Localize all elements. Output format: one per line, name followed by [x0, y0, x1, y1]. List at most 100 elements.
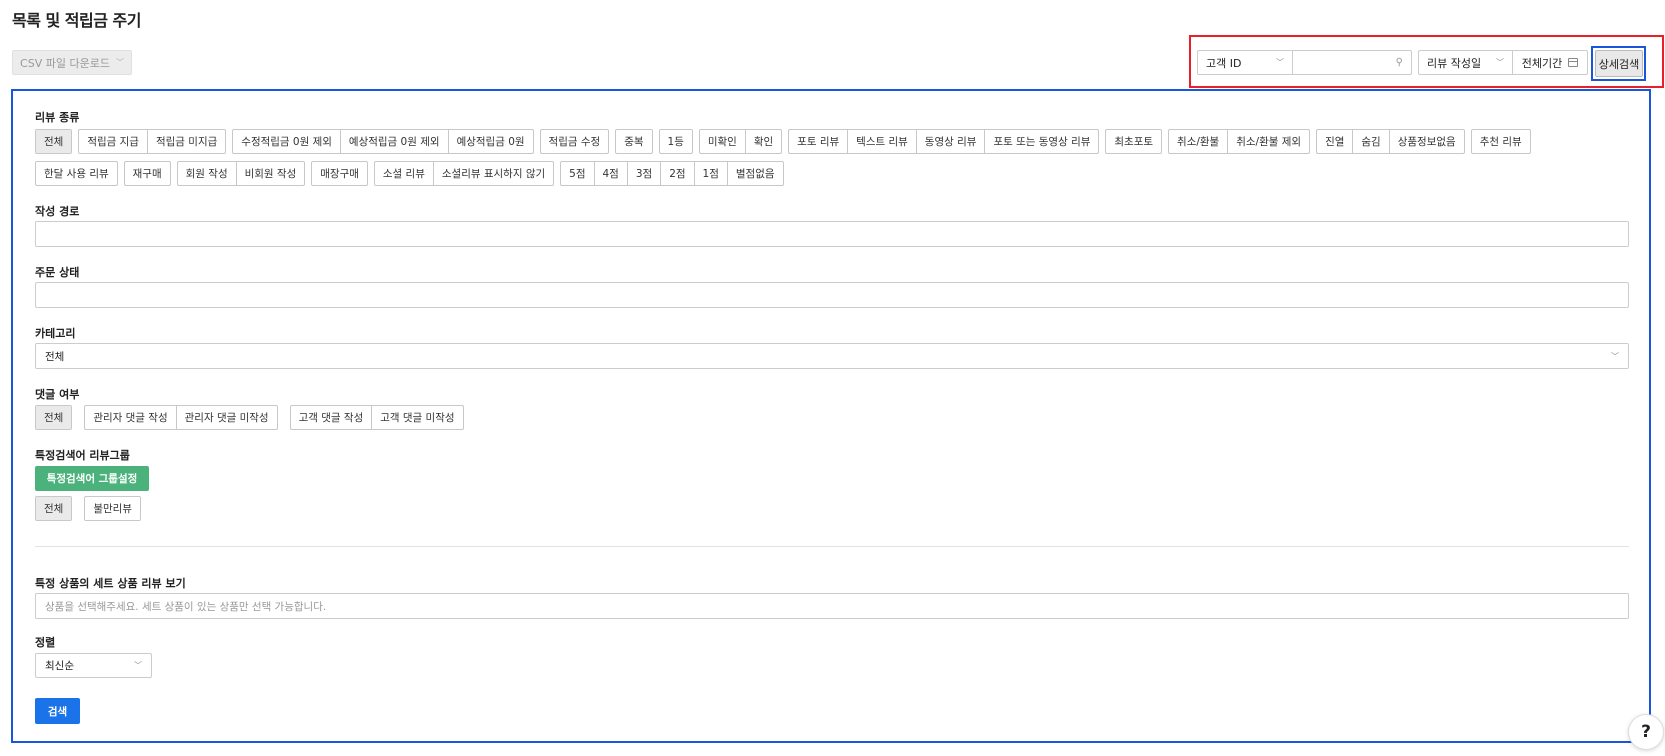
filter-chip-group: 회원 작성 비회원 작성 [176, 161, 306, 186]
chevron-down-icon: ﹀ [1276, 58, 1284, 67]
reply-label: 댓글 여부 [35, 388, 80, 401]
filter-chip[interactable]: 적립금 미지급 [148, 130, 225, 153]
filter-chip[interactable]: 소셜 리뷰 [375, 162, 434, 185]
filter-chip[interactable]: 미확인 [700, 130, 746, 153]
filter-chip[interactable]: 전체 [36, 130, 72, 153]
filter-chip[interactable]: 한달 사용 리뷰 [36, 162, 117, 185]
filter-chip[interactable]: 동영상 리뷰 [917, 130, 986, 153]
csv-download-label: CSV 파일 다운로드 [20, 56, 110, 70]
filter-chip[interactable]: 예상적립금 0원 [449, 130, 533, 153]
filter-chip[interactable]: 관리자 댓글 작성 [85, 406, 177, 429]
date-filter-group: 리뷰 작성일 ﹀ 전체기간 [1418, 50, 1588, 75]
date-period-value: 전체기간 [1521, 56, 1563, 70]
filter-chip-group: 추천 리뷰 [1470, 129, 1531, 154]
filter-chip-group: 적립금 지급 적립금 미지급 [78, 129, 227, 154]
filter-chip[interactable]: 3점 [628, 162, 662, 185]
category-value: 전체 [45, 350, 65, 363]
filter-chip[interactable]: 별점없음 [728, 162, 783, 185]
filter-chip-group: 1등 [658, 129, 693, 154]
search-type-select[interactable]: 고객 ID ﹀ [1198, 51, 1293, 74]
filter-chip[interactable]: 텍스트 리뷰 [848, 130, 917, 153]
filter-chip[interactable]: 회원 작성 [178, 162, 237, 185]
sort-value: 최신순 [45, 660, 74, 672]
section-divider [35, 546, 1629, 547]
filter-chip[interactable]: 1점 [695, 162, 728, 185]
filter-chip-group: 재구매 [123, 161, 171, 186]
filter-chip[interactable]: 4점 [595, 162, 628, 185]
page-title: 목록 및 적립금 주기 [12, 11, 141, 30]
category-select[interactable]: 전체 ﹀ [35, 343, 1629, 369]
set-product-label: 특정 상품의 세트 상품 리뷰 보기 [35, 577, 186, 590]
filter-chip[interactable]: 2점 [661, 162, 695, 185]
filter-chip-group: 매장구매 [311, 161, 368, 186]
filter-chip[interactable]: 추천 리뷰 [1472, 130, 1530, 153]
filter-chip[interactable]: 전체 [36, 406, 72, 429]
filter-chip[interactable]: 예상적립금 0원 제외 [341, 130, 449, 153]
filter-chip-group: 취소/환불 취소/환불 제외 [1168, 129, 1311, 154]
search-type-value: 고객 ID [1206, 56, 1242, 70]
date-period-picker[interactable]: 전체기간 [1513, 51, 1587, 74]
filter-chip[interactable]: 불만리뷰 [85, 497, 140, 520]
review-type-label: 리뷰 종류 [35, 111, 80, 124]
filter-chip[interactable]: 중복 [616, 130, 651, 153]
filter-chip[interactable]: 취소/환불 제외 [1228, 130, 1309, 153]
filter-chip-group: 불만리뷰 [84, 496, 141, 521]
filter-chip[interactable]: 최초포토 [1106, 130, 1161, 153]
filter-chip[interactable]: 매장구매 [312, 162, 367, 185]
calendar-icon [1568, 58, 1579, 67]
filter-chip[interactable]: 고객 댓글 미작성 [372, 406, 462, 429]
csv-download-button[interactable]: CSV 파일 다운로드 ﹀ [12, 50, 132, 75]
date-type-select[interactable]: 리뷰 작성일 ﹀ [1419, 51, 1513, 74]
search-button[interactable]: 검색 [35, 698, 80, 724]
filter-chip[interactable]: 관리자 댓글 미작성 [177, 406, 277, 429]
keyword-group-setting-button[interactable]: 특정검색어 그룹설정 [35, 466, 149, 491]
sort-select[interactable]: 최신순 ﹀ [35, 653, 152, 678]
filter-chip[interactable]: 적립금 지급 [79, 130, 148, 153]
filter-chip[interactable]: 비회원 작성 [237, 162, 305, 185]
category-label: 카테고리 [35, 327, 76, 340]
filter-chip[interactable]: 적립금 수정 [541, 130, 609, 153]
order-status-label: 주문 상태 [35, 266, 80, 279]
detail-search-button[interactable]: 상세검색 [1595, 50, 1643, 77]
filter-chip-group: 소셜 리뷰 소셜리뷰 표시하지 않기 [373, 161, 555, 186]
filter-chip-group: 적립금 수정 [539, 129, 610, 154]
date-type-value: 리뷰 작성일 [1427, 56, 1482, 70]
filter-chip[interactable]: 상품정보없음 [1390, 130, 1464, 153]
filter-chip-group: 포토 리뷰 텍스트 리뷰 동영상 리뷰 포토 또는 동영상 리뷰 [788, 129, 1100, 154]
write-path-input[interactable] [35, 221, 1629, 247]
filter-chip[interactable]: 전체 [36, 497, 72, 520]
chevron-down-icon: ﹀ [115, 58, 124, 67]
filter-chip[interactable]: 5점 [561, 162, 595, 185]
customer-search-group: 고객 ID ﹀ ⚲ [1197, 50, 1412, 75]
filter-chip[interactable]: 소셜리뷰 표시하지 않기 [434, 162, 553, 185]
filter-chip[interactable]: 포토 또는 동영상 리뷰 [985, 130, 1098, 153]
sort-label: 정렬 [35, 636, 56, 649]
filter-chip-group: 미확인 확인 [698, 129, 783, 154]
keyword-group-label: 특정검색어 리뷰그룹 [35, 449, 130, 462]
filter-chip-group: 전체 [35, 496, 73, 521]
filter-chip-group: 관리자 댓글 작성 관리자 댓글 미작성 [84, 405, 278, 430]
filter-chip[interactable]: 1등 [660, 130, 692, 153]
help-button[interactable]: ? [1628, 714, 1664, 750]
chevron-down-icon: ﹀ [1496, 58, 1504, 67]
chevron-down-icon: ﹀ [1611, 351, 1619, 361]
filter-chip[interactable]: 포토 리뷰 [789, 130, 849, 153]
filter-chip-group: 전체 [35, 129, 73, 154]
filter-chip[interactable]: 확인 [746, 130, 781, 153]
set-product-input[interactable]: 상품을 선택해주세요. 세트 상품이 있는 상품만 선택 가능합니다. [35, 593, 1629, 619]
order-status-input[interactable] [35, 282, 1629, 308]
filter-chip[interactable]: 숨김 [1353, 130, 1390, 153]
filter-chip[interactable]: 취소/환불 [1169, 130, 1229, 153]
filter-chip-group: 한달 사용 리뷰 [35, 161, 118, 186]
filter-chip[interactable]: 고객 댓글 작성 [291, 406, 373, 429]
filter-chip-group: 고객 댓글 작성 고객 댓글 미작성 [289, 405, 464, 430]
filter-chip[interactable]: 재구매 [125, 162, 170, 185]
filter-chip-group: 최초포토 [1105, 129, 1163, 154]
filter-chip-group: 전체 [35, 405, 73, 430]
filter-chip[interactable]: 수정적립금 0원 제외 [233, 130, 341, 153]
filter-chip[interactable]: 진열 [1317, 130, 1354, 153]
search-input[interactable]: ⚲ [1293, 51, 1411, 74]
chevron-down-icon: ﹀ [134, 661, 142, 670]
filter-chip-group: 중복 [615, 129, 653, 154]
filter-chip-group: 5점 4점 3점 2점 1점 별점없음 [560, 161, 784, 186]
